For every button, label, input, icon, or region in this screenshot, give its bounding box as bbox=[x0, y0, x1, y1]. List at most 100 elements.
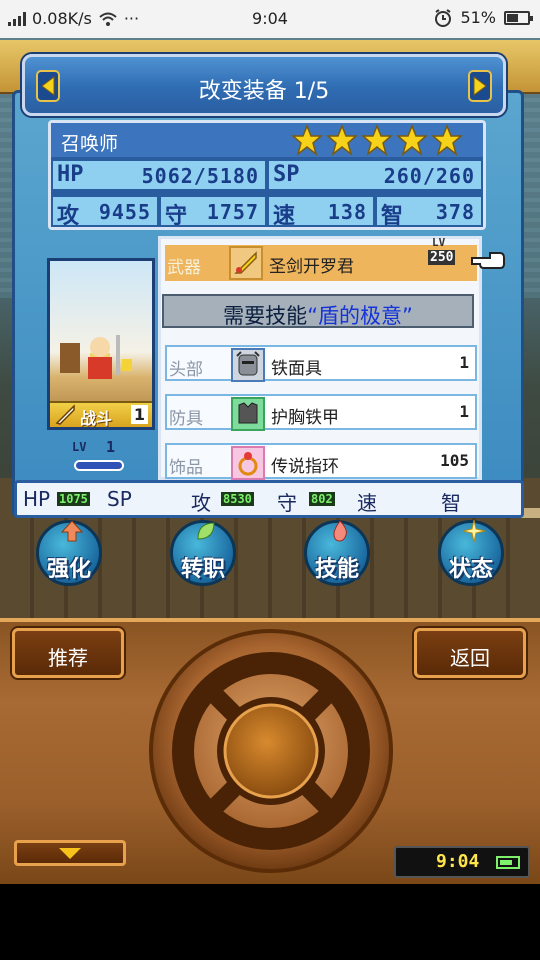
panel-title-bar: 改变装备 1/5 bbox=[22, 54, 506, 116]
head-item-name: 铁面具 bbox=[271, 359, 322, 379]
flame-icon bbox=[333, 520, 347, 542]
status-right: 51% bbox=[434, 8, 533, 27]
up-arrow-icon bbox=[60, 520, 84, 542]
game-clock-time: 9:04 bbox=[436, 851, 480, 872]
equip-row-head[interactable]: 头部 铁面具 1 bbox=[165, 345, 477, 382]
strip-def-label: 守 bbox=[277, 491, 297, 515]
class-change-label: 转职 bbox=[180, 557, 225, 582]
required-skill-prefix: 需要技能 bbox=[223, 304, 308, 328]
strip-atk-label: 攻 bbox=[191, 491, 211, 515]
scroll-down-button[interactable] bbox=[14, 840, 126, 866]
hero-name: 召唤师 bbox=[61, 133, 119, 155]
back-button[interactable]: 返回 bbox=[414, 628, 526, 678]
stat-hp-value: 5062/5180 bbox=[141, 164, 259, 188]
stat-spd-value: 138 bbox=[327, 200, 367, 224]
hero-info-box: 召唤师 HP 5062/5180 SP 260/260 攻 9455 守 175… bbox=[48, 120, 486, 230]
required-skill-banner: 需要技能“盾的极意” bbox=[162, 294, 474, 328]
hero-level: LV 1 bbox=[68, 438, 128, 476]
accessory-item-name: 传说指环 bbox=[271, 457, 339, 477]
skill-button[interactable]: 技能 bbox=[304, 520, 370, 586]
wifi-icon bbox=[99, 12, 117, 26]
page-title: 改变装备 1/5 bbox=[198, 79, 330, 104]
recommend-label: 推荐 bbox=[48, 646, 88, 670]
armor-item-qty: 1 bbox=[459, 402, 469, 421]
hero-sprite bbox=[60, 335, 132, 379]
strip-spd-label: 速 bbox=[357, 491, 377, 515]
stat-row-1: HP 5062/5180 SP 260/260 bbox=[51, 159, 483, 193]
alarm-icon bbox=[435, 8, 452, 27]
dpad-controller[interactable] bbox=[146, 626, 396, 876]
accessory-item-qty: 105 bbox=[440, 451, 469, 470]
star-icon bbox=[326, 124, 358, 156]
game-clock: 9:04 bbox=[394, 846, 530, 878]
strip-int-label: 智 bbox=[441, 491, 461, 515]
star-icon bbox=[431, 124, 463, 156]
pointing-hand-icon bbox=[471, 252, 505, 269]
class-change-button[interactable]: 转职 bbox=[170, 520, 236, 586]
leaf-icon bbox=[197, 522, 215, 540]
battle-tag-label: 战斗 bbox=[80, 409, 113, 428]
armor-item-name: 护胸铁甲 bbox=[271, 408, 339, 428]
stat-row-2: 攻 9455 守 1757 速 138 智 378 bbox=[51, 195, 483, 229]
network-speed: 0.08K/s bbox=[32, 9, 92, 28]
head-slot-label: 头部 bbox=[169, 360, 203, 380]
stat-def: 守 1757 bbox=[159, 195, 267, 229]
stat-sp: SP 260/260 bbox=[267, 159, 483, 191]
status-label: 状态 bbox=[448, 557, 493, 582]
weapon-name: 圣剑开罗君 bbox=[269, 257, 354, 277]
strip-atk-value: 8530 bbox=[221, 492, 254, 506]
iron-chestplate-icon bbox=[231, 397, 265, 431]
equipment-list: 武器 圣剑开罗君 头部 铁面具 1 防具 护胸铁甲 1 饰品 传说指环 105 bbox=[158, 236, 482, 480]
star-icon bbox=[291, 124, 323, 156]
battle-tag-number: 1 bbox=[130, 405, 148, 424]
star-icon bbox=[396, 124, 428, 156]
stat-int-value: 378 bbox=[435, 200, 475, 224]
stat-atk: 攻 9455 bbox=[51, 195, 159, 229]
battery-icon bbox=[504, 10, 533, 25]
strip-hp-label: HP bbox=[23, 487, 51, 511]
hero-stars bbox=[291, 124, 463, 156]
stat-hp-label: HP bbox=[57, 162, 84, 187]
star-icon bbox=[361, 124, 393, 156]
hero-level-bar bbox=[74, 460, 124, 471]
stat-int-label: 智 bbox=[381, 204, 404, 229]
chevron-down-icon bbox=[59, 848, 81, 859]
recommend-button[interactable]: 推荐 bbox=[12, 628, 124, 678]
enhance-button[interactable]: 强化 bbox=[36, 520, 102, 586]
stat-atk-value: 9455 bbox=[98, 200, 151, 224]
next-hero-button[interactable] bbox=[465, 69, 495, 103]
hero-portrait[interactable]: 战斗 1 bbox=[47, 258, 155, 430]
signal-icon bbox=[8, 11, 26, 26]
stat-def-label: 守 bbox=[165, 204, 188, 229]
legend-ring-icon bbox=[231, 446, 265, 480]
stat-int: 智 378 bbox=[375, 195, 483, 229]
triangle-right-icon bbox=[468, 70, 492, 102]
status-time: 9:04 bbox=[252, 9, 288, 28]
weapon-level: LV 250 bbox=[428, 236, 468, 270]
weapon-slot-label: 武器 bbox=[167, 258, 201, 278]
strip-sp-label: SP bbox=[107, 487, 132, 511]
equip-row-armor[interactable]: 防具 护胸铁甲 1 bbox=[165, 394, 477, 431]
required-skill-name: “盾的极意” bbox=[307, 304, 413, 328]
weapon-level-value: 250 bbox=[428, 250, 456, 265]
stat-spd: 速 138 bbox=[267, 195, 375, 229]
stat-spd-label: 速 bbox=[273, 204, 296, 229]
skill-label: 技能 bbox=[314, 557, 359, 582]
more-icon: ··· bbox=[123, 9, 140, 28]
enhance-label: 强化 bbox=[46, 557, 91, 582]
stat-def-value: 1757 bbox=[206, 200, 259, 224]
strip-hp-value: 1075 bbox=[57, 492, 90, 506]
hero-name-row: 召唤师 bbox=[51, 123, 483, 157]
hero-level-label: LV bbox=[72, 440, 87, 454]
status-left: 0.08K/s ··· bbox=[8, 9, 139, 28]
weapon-level-label: LV bbox=[432, 236, 446, 249]
stat-hp: HP 5062/5180 bbox=[51, 159, 267, 191]
equip-stat-strip: HP 1075 SP 攻 8530 守 802 速 智 bbox=[14, 480, 524, 518]
equip-row-accessory[interactable]: 饰品 传说指环 105 bbox=[165, 443, 477, 480]
status-bar: 0.08K/s ··· 9:04 51% bbox=[0, 0, 540, 38]
game-battery-icon bbox=[496, 856, 520, 869]
iron-mask-icon bbox=[231, 348, 265, 382]
stat-atk-label: 攻 bbox=[57, 204, 80, 229]
status-button[interactable]: 状态 bbox=[438, 519, 504, 586]
armor-slot-label: 防具 bbox=[169, 409, 203, 429]
